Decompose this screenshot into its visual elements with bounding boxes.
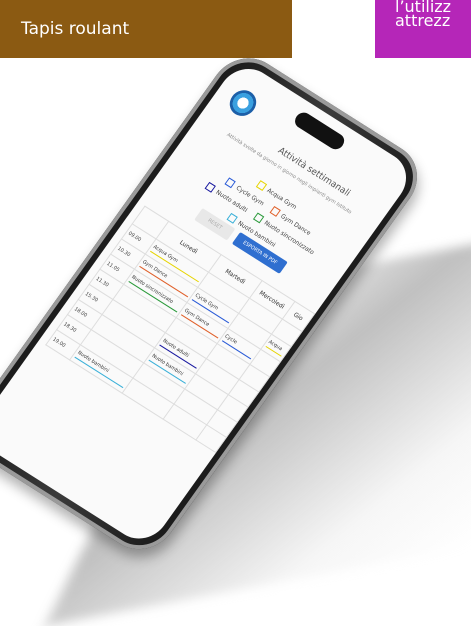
- checkbox-icon[interactable]: [252, 212, 265, 224]
- checkbox-icon[interactable]: [224, 177, 237, 189]
- checkbox-icon[interactable]: [226, 212, 238, 224]
- dynamic-island: [291, 109, 348, 153]
- banner-side-line2: attrezz: [395, 11, 451, 30]
- checkbox-icon[interactable]: [204, 181, 216, 193]
- banner-side: l’utilizz attrezz: [375, 0, 471, 58]
- checkbox-icon[interactable]: [255, 180, 267, 191]
- app-logo-icon: [224, 85, 262, 121]
- banner-title: Tapis roulant: [0, 0, 292, 58]
- checkbox-icon[interactable]: [269, 205, 281, 217]
